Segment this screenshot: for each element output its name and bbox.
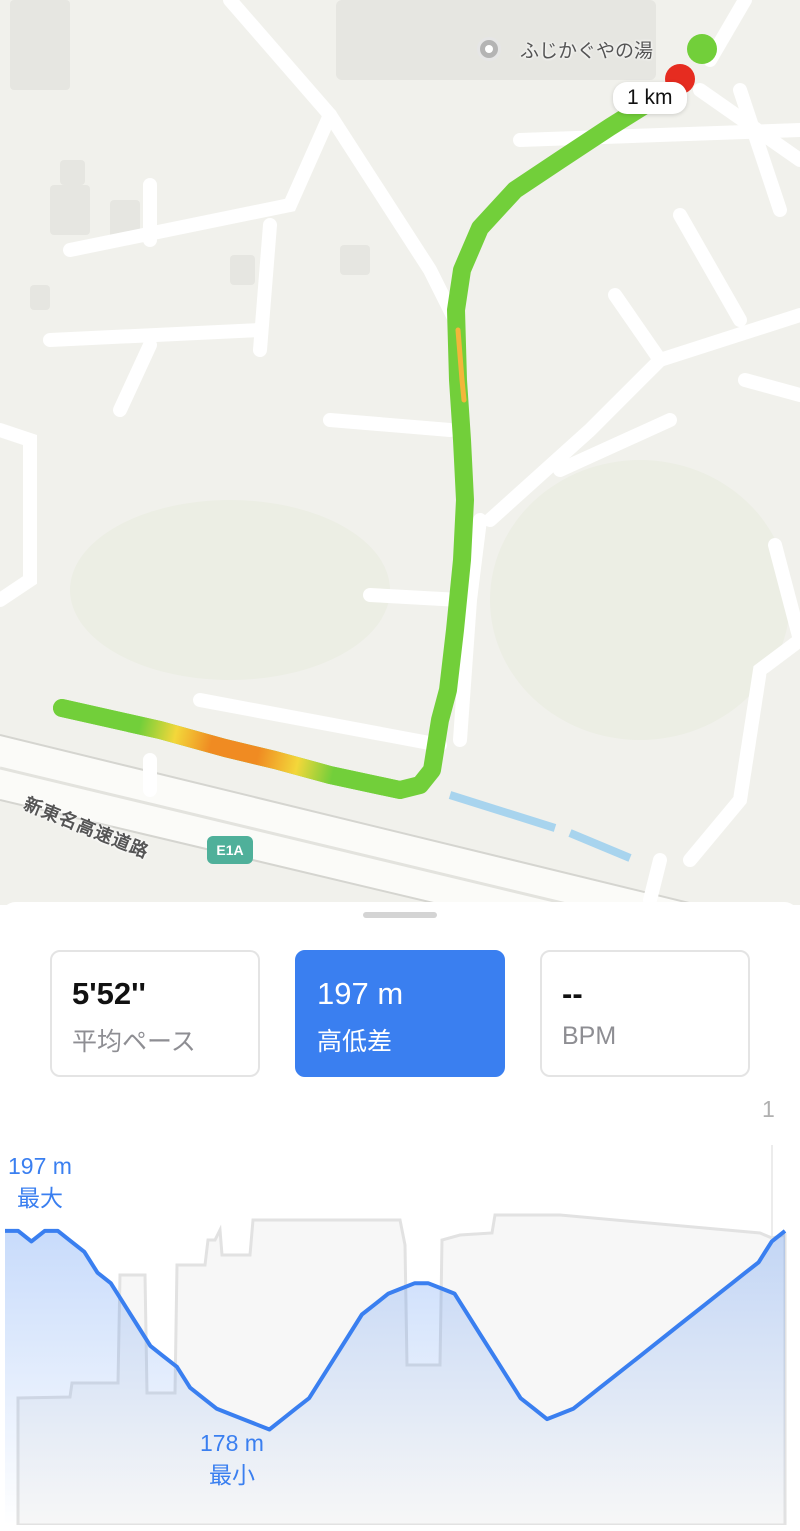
elevation-chart[interactable] <box>0 1125 800 1525</box>
min-elevation-annotation: 178 m 最小 <box>200 1427 264 1491</box>
heart-rate-stat-card[interactable]: -- BPM <box>540 950 750 1077</box>
pace-label: 平均ペース <box>72 1028 196 1056</box>
route-map[interactable]: ふじかぐやの湯 1 km 新東名高速道路 E1A <box>0 0 800 905</box>
place-pin-icon[interactable] <box>477 37 501 61</box>
elevation-stat-card[interactable]: 197 m 高低差 <box>295 950 505 1077</box>
water-channel <box>448 791 632 862</box>
heart-rate-label: BPM <box>562 1022 617 1050</box>
sheet-grabber[interactable] <box>363 912 437 918</box>
chart-page-indicator: 1 <box>762 1096 775 1122</box>
distance-marker: 1 km <box>613 82 687 114</box>
highway <box>0 734 702 905</box>
max-elevation-label: 最大 <box>16 1185 63 1211</box>
pace-stat-card[interactable]: 5'52'' 平均ペース <box>50 950 260 1077</box>
max-elevation-value: 197 m <box>8 1153 72 1179</box>
elevation-value: 197 m <box>317 976 404 1011</box>
pace-value: 5'52'' <box>72 976 146 1011</box>
elevation-label: 高低差 <box>317 1028 393 1056</box>
max-elevation-annotation: 197 m 最大 <box>8 1150 72 1214</box>
highway-shield-icon: E1A <box>207 836 253 864</box>
start-marker-icon <box>687 34 717 64</box>
poi-label[interactable]: ふじかぐやの湯 <box>520 36 653 63</box>
min-elevation-value: 178 m <box>200 1430 264 1456</box>
map-canvas <box>0 0 800 905</box>
min-elevation-label: 最小 <box>208 1462 255 1488</box>
heart-rate-value: -- <box>562 976 583 1011</box>
